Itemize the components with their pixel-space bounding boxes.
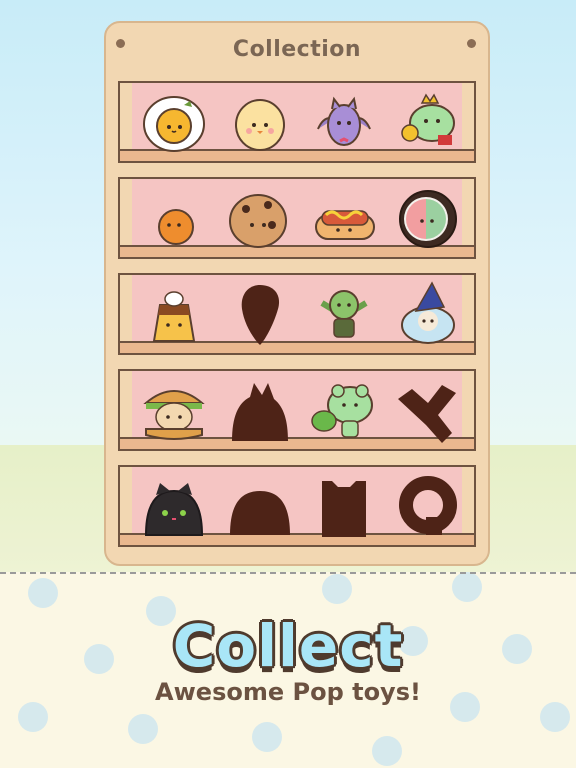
hotdog-toy[interactable]	[308, 185, 380, 251]
polka-dot	[540, 702, 570, 732]
polka-dot	[452, 572, 482, 602]
locked-silhouette[interactable]	[224, 473, 296, 539]
shelf-row-5	[118, 465, 476, 547]
polka-dot	[322, 574, 352, 604]
headline-collect: Collect	[172, 612, 404, 680]
shelf-row-4	[118, 369, 476, 451]
cat-burger-toy[interactable]	[138, 377, 210, 443]
goblin-toy[interactable]	[308, 281, 380, 347]
shelf-row-2	[118, 177, 476, 259]
black-cat-toy[interactable]	[138, 473, 210, 539]
polka-dot	[372, 736, 402, 766]
polka-dot	[28, 578, 58, 608]
polka-dot	[252, 722, 282, 752]
orange-toy[interactable]	[138, 185, 210, 251]
locked-silhouette[interactable]	[308, 473, 380, 539]
divider-line	[0, 572, 576, 574]
polka-dot	[128, 714, 158, 744]
locked-silhouette[interactable]	[392, 473, 464, 539]
tagline: Awesome Pop toys!	[155, 678, 421, 706]
shelf-row-1	[118, 81, 476, 163]
chick-toy[interactable]	[224, 89, 296, 155]
panel-title: Collection	[232, 37, 362, 62]
pudding-toy[interactable]	[138, 281, 210, 347]
frog-king-toy[interactable]	[392, 89, 464, 155]
locked-silhouette[interactable]	[392, 377, 464, 443]
polka-dot	[18, 702, 48, 732]
fried-egg-toy[interactable]	[138, 89, 210, 155]
wizard-sheep-toy[interactable]	[392, 281, 464, 347]
collection-cabinet: Collection	[104, 21, 490, 566]
frog-leaf-toy[interactable]	[308, 377, 380, 443]
sushi-roll-toy[interactable]	[392, 185, 464, 251]
locked-silhouette[interactable]	[224, 281, 296, 347]
shelf-row-3	[118, 273, 476, 355]
locked-silhouette[interactable]	[224, 377, 296, 443]
cookie-toy[interactable]	[224, 185, 296, 251]
bat-toy[interactable]	[308, 89, 380, 155]
